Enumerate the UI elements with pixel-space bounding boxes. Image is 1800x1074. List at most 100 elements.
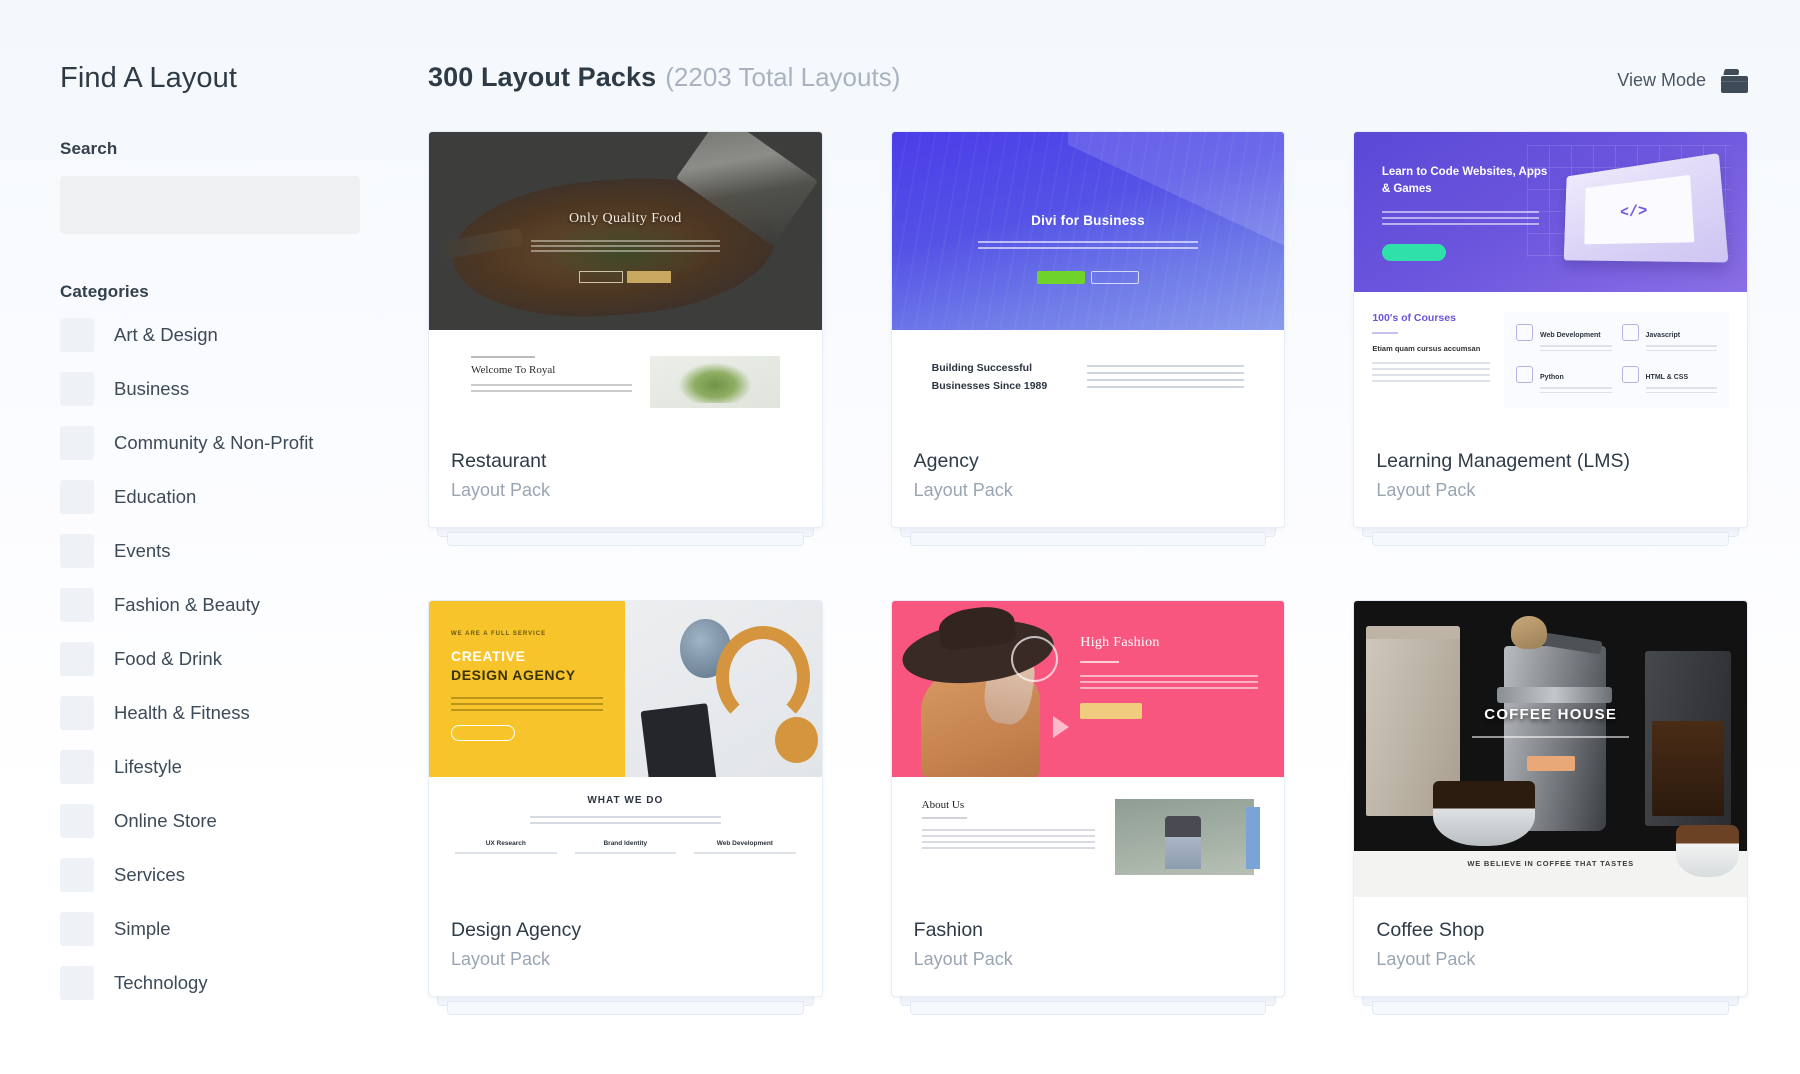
category-label: Art & Design: [114, 313, 218, 356]
thumbnail-hero: Learn to Code Websites, Apps & Games: [1354, 132, 1747, 292]
layout-browser-page: Find A Layout Search Categories Art & De…: [0, 0, 1800, 1074]
thumbnail-section-heading: Welcome To Royal: [471, 364, 632, 376]
checkbox-icon[interactable]: [60, 858, 94, 892]
thumbnail-hero: Divi for Business: [892, 132, 1285, 330]
view-mode-label: View Mode: [1617, 70, 1706, 91]
search-input[interactable]: [60, 176, 360, 234]
category-item[interactable]: Simple: [60, 912, 420, 950]
card-meta: Coffee Shop Layout Pack: [1354, 897, 1747, 996]
thumbnail-section-heading: WHAT WE DO: [455, 795, 796, 806]
checkbox-icon[interactable]: [60, 588, 94, 622]
checkbox-icon[interactable]: [60, 912, 94, 946]
thumbnail-hero-heading: Learn to Code Websites, Apps & Games: [1382, 164, 1555, 197]
feature-label: Web Development: [1540, 332, 1601, 339]
card-thumbnail: High Fashion About Us: [892, 601, 1285, 897]
pack-count-title: 300 Layout Packs: [428, 62, 656, 92]
layout-pack-card[interactable]: Only Quality Food Welcome To Royal: [428, 131, 823, 528]
thumbnail-section: WE BELIEVE IN COFFEE THAT TASTES: [1354, 851, 1747, 897]
checkbox-icon[interactable]: [60, 642, 94, 676]
thumbnail-section: About Us: [892, 777, 1285, 897]
checkbox-icon[interactable]: [60, 750, 94, 784]
thumbnail-hero-heading: CREATIVE: [451, 647, 603, 666]
category-item[interactable]: Technology: [60, 966, 420, 1004]
total-layouts-count: (2203 Total Layouts): [665, 62, 900, 92]
card-title: Agency: [914, 450, 1263, 473]
thumbnail-hero-heading: Only Quality Food: [429, 211, 822, 227]
layout-pack-card[interactable]: WE ARE A FULL SERVICE CREATIVE DESIGN AG…: [428, 600, 823, 997]
card-subtitle: Layout Pack: [451, 480, 800, 501]
category-label: Online Store: [114, 799, 217, 842]
card-thumbnail: Learn to Code Websites, Apps & Games 100…: [1354, 132, 1747, 428]
thumbnail-image: [1115, 799, 1255, 875]
category-item[interactable]: Events: [60, 534, 420, 572]
main-content: 300 Layout Packs (2203 Total Layouts) Vie…: [420, 0, 1800, 1074]
layout-pack-card-wrap: Only Quality Food Welcome To Royal: [428, 131, 823, 528]
category-item[interactable]: Art & Design: [60, 318, 420, 356]
thumbnail-image: [650, 356, 780, 408]
card-stack-layer: [447, 1001, 804, 1015]
card-thumbnail: Only Quality Food Welcome To Royal: [429, 132, 822, 428]
checkbox-icon[interactable]: [60, 318, 94, 352]
card-stack-layer: [910, 532, 1267, 546]
card-meta: Design Agency Layout Pack: [429, 897, 822, 996]
checkbox-icon[interactable]: [60, 480, 94, 514]
checkbox-icon[interactable]: [60, 966, 94, 1000]
thumbnail-hero-heading: COFFEE HOUSE: [1354, 706, 1747, 723]
category-label: Fashion & Beauty: [114, 583, 260, 626]
feature-label: Web Development: [694, 840, 796, 847]
card-stack-layer: [1372, 1001, 1729, 1015]
card-subtitle: Layout Pack: [914, 480, 1263, 501]
thumbnail-section: 100's of Courses Etiam quam cursus accum…: [1354, 292, 1747, 428]
thumbnail-image: [625, 601, 821, 777]
thumbnail-section: Building Successful Businesses Since 198…: [892, 330, 1285, 428]
card-meta: Agency Layout Pack: [892, 428, 1285, 527]
category-item[interactable]: Community & Non-Profit: [60, 426, 420, 464]
category-label: Community & Non-Profit: [114, 421, 313, 464]
category-label: Lifestyle: [114, 745, 182, 788]
category-item[interactable]: Food & Drink: [60, 642, 420, 680]
card-title: Learning Management (LMS): [1376, 450, 1725, 473]
checkbox-icon[interactable]: [60, 426, 94, 460]
checkbox-icon[interactable]: [60, 804, 94, 838]
layout-pack-card[interactable]: Divi for Business Building Successful Bu…: [891, 131, 1286, 528]
category-item[interactable]: Online Store: [60, 804, 420, 842]
category-item[interactable]: Services: [60, 858, 420, 896]
feature-icon: [1622, 366, 1639, 383]
checkbox-icon[interactable]: [60, 534, 94, 568]
search-label: Search: [60, 139, 420, 159]
checkbox-icon[interactable]: [60, 372, 94, 406]
layout-pack-card-wrap: Learn to Code Websites, Apps & Games 100…: [1353, 131, 1748, 528]
category-item[interactable]: Business: [60, 372, 420, 410]
category-item[interactable]: Education: [60, 480, 420, 518]
category-label: Food & Drink: [114, 637, 222, 680]
feature-label: Brand Identity: [575, 840, 677, 847]
layout-pack-card[interactable]: Learn to Code Websites, Apps & Games 100…: [1353, 131, 1748, 528]
layout-pack-card-wrap: Divi for Business Building Successful Bu…: [891, 131, 1286, 528]
thumbnail-hero: COFFEE HOUSE: [1354, 601, 1747, 851]
results-heading: 300 Layout Packs (2203 Total Layouts): [428, 62, 900, 93]
feature-icon: [1516, 366, 1533, 383]
category-item[interactable]: Lifestyle: [60, 750, 420, 788]
layout-pack-card[interactable]: COFFEE HOUSE WE BELIEVE IN COFFEE THAT T…: [1353, 600, 1748, 997]
card-stack-layer: [910, 1001, 1267, 1015]
categories-list: Art & Design Business Community & Non-Pr…: [60, 318, 420, 1004]
card-meta: Restaurant Layout Pack: [429, 428, 822, 527]
feature-label: HTML & CSS: [1646, 374, 1689, 381]
checkbox-icon[interactable]: [60, 696, 94, 730]
category-item[interactable]: Fashion & Beauty: [60, 588, 420, 626]
layout-pack-card[interactable]: High Fashion About Us: [891, 600, 1286, 997]
category-label: Education: [114, 475, 196, 518]
view-mode-toggle[interactable]: View Mode: [1617, 69, 1748, 93]
folder-grid-icon[interactable]: [1721, 69, 1748, 93]
category-label: Business: [114, 367, 189, 410]
card-subtitle: Layout Pack: [451, 949, 800, 970]
layout-pack-card-wrap: High Fashion About Us: [891, 600, 1286, 997]
card-subtitle: Layout Pack: [1376, 949, 1725, 970]
card-stack-layer: [1372, 532, 1729, 546]
thumbnail-section-heading: 100's of Courses: [1372, 312, 1490, 324]
thumbnail-section-heading: About Us: [922, 799, 1095, 811]
categories-label: Categories: [60, 282, 420, 302]
category-item[interactable]: Health & Fitness: [60, 696, 420, 734]
category-label: Events: [114, 529, 171, 572]
thumbnail-section-heading: Building Successful Businesses Since 198…: [932, 360, 1063, 398]
